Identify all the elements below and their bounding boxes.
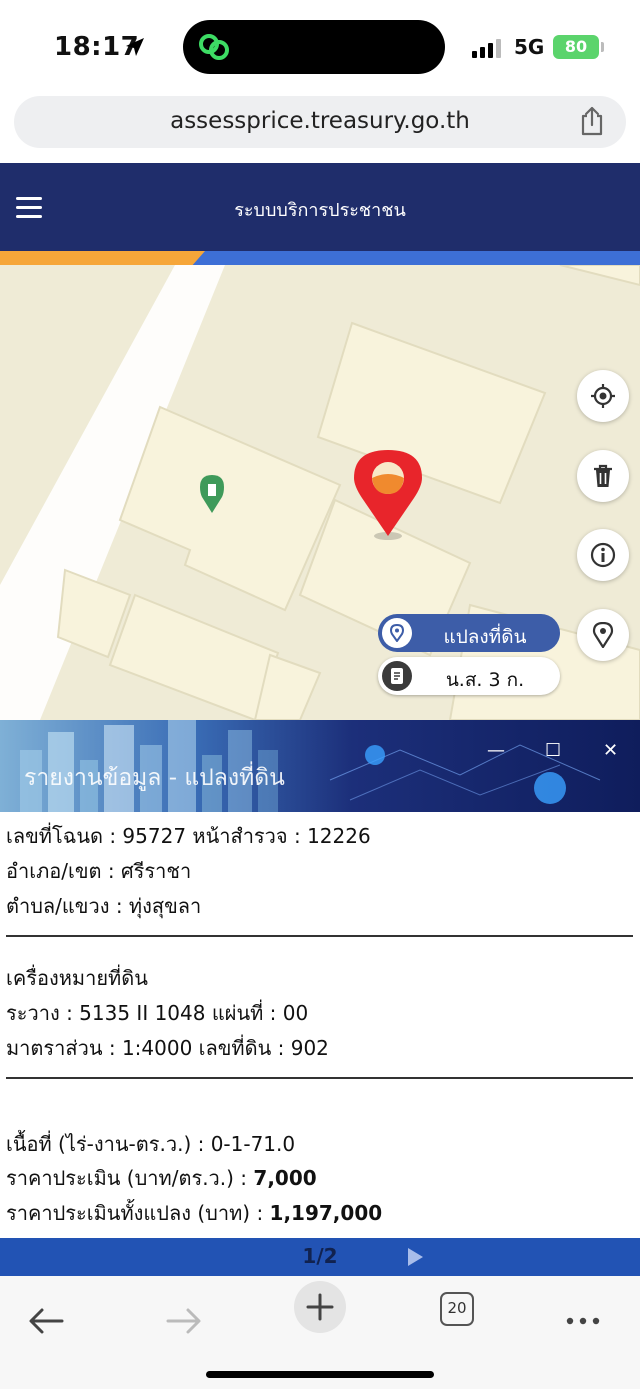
app-title: ระบบบริการประชาชน: [234, 200, 406, 221]
home-indicator: [206, 1371, 434, 1378]
link-activity-icon: [199, 34, 229, 60]
chip-icon-bg: [382, 618, 412, 648]
layer-chip-label: น.ส. 3 ก.: [445, 669, 525, 691]
subdistrict: ตำบล/แขวง : ทุ่งสุขลา: [6, 894, 202, 918]
info-icon: [590, 542, 616, 568]
deed-number: เลขที่โฉนด : 95727 หน้าสำรวจ : 12226: [6, 824, 371, 848]
address-bar[interactable]: assessprice.treasury.go.th: [14, 96, 626, 148]
tabs-button[interactable]: 20: [440, 1292, 474, 1326]
accent-strip: [0, 251, 640, 265]
back-icon[interactable]: [22, 1290, 76, 1344]
district: อำเภอ/เขต : ศรีราชา: [6, 859, 192, 883]
locate-icon: [591, 384, 615, 408]
location-arrow-icon: [126, 38, 144, 56]
maximize-icon[interactable]: ☐: [545, 740, 561, 761]
panel-header: รายงานข้อมูล - แปลงที่ดิน — ☐ ✕: [0, 720, 640, 812]
layer-chip-parcel[interactable]: แปลงที่ดิน: [378, 614, 560, 652]
assessed-price-per-wa: ราคาประเมิน (บาท/ตร.ว.) : 7,000: [6, 1162, 317, 1194]
layer-chip-ns3k[interactable]: น.ส. 3 ก.: [378, 657, 560, 695]
land-mark-heading: เครื่องหมายที่ดิน: [6, 966, 148, 990]
panel-title: รายงานข้อมูล - แปลงที่ดิน: [24, 765, 285, 791]
map-scale: มาตราส่วน : 1:4000 เลขที่ดิน : 902: [6, 1036, 329, 1060]
survey-sheet: ระวาง : 5135 II 1048 แผ่นที่ : 00: [6, 1001, 309, 1025]
trash-icon: [594, 464, 612, 487]
location-pin-icon[interactable]: [352, 448, 424, 542]
battery-icon: 80: [553, 35, 599, 59]
land-area: เนื้อที่ (ไร่-งาน-ตร.ว.) : 0-1-71.0: [6, 1132, 296, 1156]
battery-cap: [601, 42, 604, 52]
delete-button[interactable]: [577, 450, 629, 502]
forward-icon[interactable]: [156, 1290, 210, 1344]
accent-strip-orange: [0, 251, 205, 265]
divider: [6, 1077, 633, 1079]
total-label: ราคาประเมินทั้งแปลง (บาท) :: [6, 1201, 270, 1225]
chip-icon-bg: [382, 661, 412, 691]
more-icon[interactable]: [556, 1290, 610, 1344]
locate-button[interactable]: [577, 370, 629, 422]
signal-icon: [472, 39, 501, 58]
close-icon[interactable]: ✕: [603, 740, 618, 761]
assessed-total-price: ราคาประเมินทั้งแปลง (บาท) : 1,197,000: [6, 1197, 382, 1229]
divider: [6, 935, 633, 937]
new-tab-button[interactable]: [294, 1281, 346, 1333]
pager: 1/2: [0, 1238, 640, 1276]
pin-button[interactable]: [577, 609, 629, 661]
plus-icon: [306, 1293, 334, 1321]
price-value: 7,000: [253, 1166, 317, 1190]
map-view[interactable]: แปลงที่ดิน น.ส. 3 ก.: [0, 265, 640, 720]
share-icon[interactable]: [578, 106, 606, 136]
price-label: ราคาประเมิน (บาท/ตร.ว.) :: [6, 1166, 254, 1190]
green-marker-icon[interactable]: [200, 475, 224, 513]
total-value: 1,197,000: [269, 1201, 383, 1225]
pin-icon: [592, 622, 614, 648]
app-header: ระบบบริการประชาชน: [0, 163, 640, 251]
page-indicator: 1/2: [302, 1244, 338, 1268]
url-text[interactable]: assessprice.treasury.go.th: [14, 108, 626, 134]
network-type: 5G: [514, 35, 545, 59]
minimize-icon[interactable]: —: [487, 740, 505, 761]
map-pin-icon: [389, 624, 405, 642]
dynamic-island: [183, 20, 445, 74]
document-icon: [391, 668, 403, 684]
next-page-icon[interactable]: [408, 1248, 423, 1266]
info-panel-body: เลขที่โฉนด : 95727 หน้าสำรวจ : 12226 อำเ…: [0, 812, 640, 1238]
info-button[interactable]: [577, 529, 629, 581]
status-bar: 18:17 5G 80: [0, 0, 640, 95]
layer-chip-label: แปลงที่ดิน: [443, 626, 527, 648]
